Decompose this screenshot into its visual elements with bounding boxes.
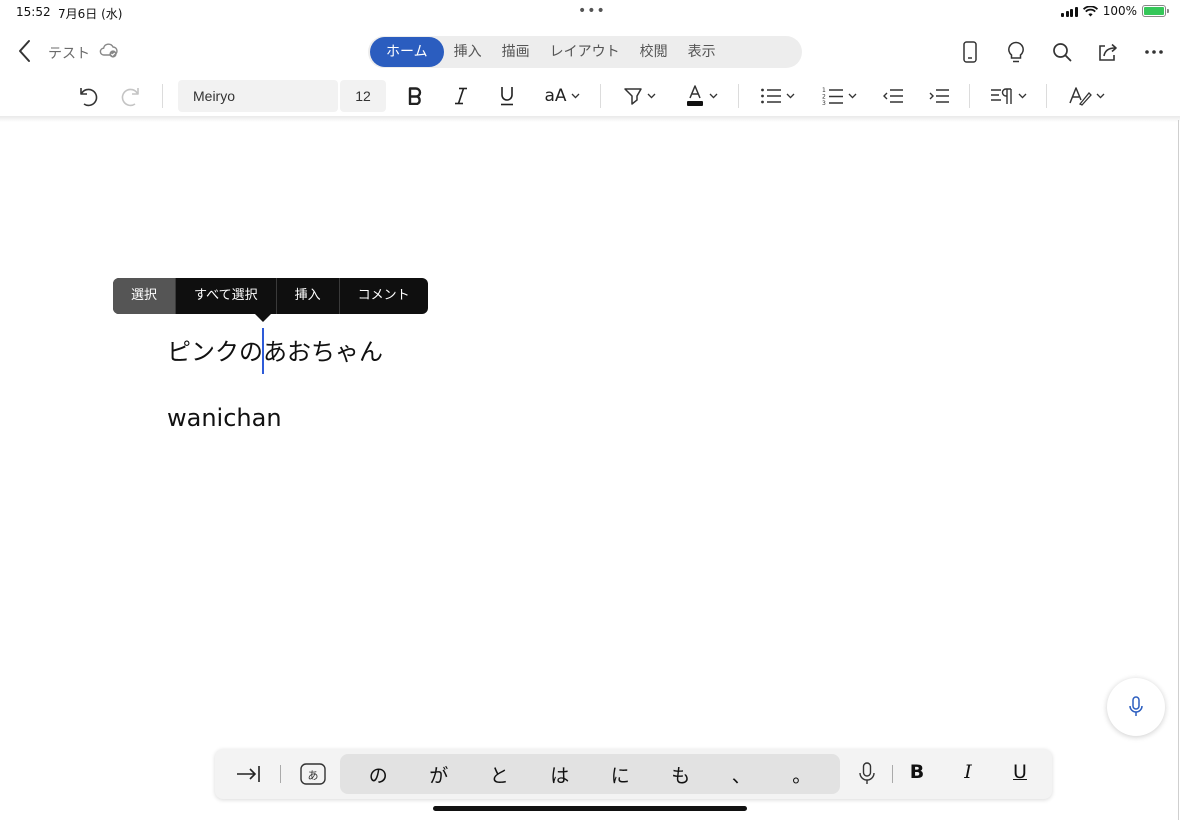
ribbon-divider [969,84,970,108]
home-ribbon: Meiryo 12 aA 123 [0,76,1180,116]
context-menu-arrow [254,313,272,322]
tab-review[interactable]: 校閲 [630,37,678,67]
word-app-window: 15:52 7月6日 (水) ••• 100% テスト ホーム 挿入 描画 レイ… [0,0,1180,820]
chevron-down-icon [1018,93,1026,99]
prediction-candidate[interactable]: の [358,761,398,788]
highlight-color-menu[interactable] [618,76,660,116]
keyboard-divider [892,765,893,783]
tab-home[interactable]: ホーム [370,37,444,67]
microphone-icon [1129,696,1143,716]
chevron-down-icon [848,93,856,99]
tab-draw[interactable]: 描画 [492,37,540,67]
highlighter-icon [623,88,642,105]
status-bar: 15:52 7月6日 (水) ••• 100% [0,0,1180,24]
edit-context-menu: 選択 すべて選択 挿入 コメント [113,278,428,314]
battery-percent: 100% [1102,4,1137,18]
font-color-menu[interactable] [680,76,722,116]
styles-icon [1068,87,1092,106]
redo-icon[interactable] [117,76,147,116]
underline-icon[interactable] [492,76,522,116]
keyboard-shortcut-bar: あ の が と は に も 、 。 B I U [215,749,1052,799]
text-effects-menu[interactable]: aA [540,76,584,116]
tab-layout[interactable]: レイアウト [540,37,630,67]
ribbon-divider [162,84,163,108]
ribbon-divider [1046,84,1047,108]
prediction-candidate[interactable]: と [479,761,519,788]
context-comment[interactable]: コメント [340,278,428,314]
share-icon[interactable] [1092,36,1124,68]
kana-keyboard-icon[interactable]: あ [300,762,326,786]
numbering-menu[interactable]: 123 [818,76,860,116]
back-chevron-icon[interactable] [14,38,36,64]
italic-icon[interactable] [446,76,476,116]
svg-text:あ: あ [308,769,319,782]
increase-indent-icon[interactable] [924,76,954,116]
tab-key-icon[interactable] [235,761,263,787]
prediction-candidate[interactable]: は [540,761,580,788]
search-icon[interactable] [1046,36,1078,68]
context-insert[interactable]: 挿入 [277,278,340,314]
battery-icon [1142,5,1169,17]
chevron-down-icon [786,93,794,99]
prediction-candidate[interactable]: 、 [721,761,761,788]
prediction-candidate[interactable]: に [600,761,640,788]
keyboard-divider [280,765,281,783]
multitasking-dots[interactable]: ••• [578,3,606,19]
mobile-view-icon[interactable] [954,36,986,68]
status-indicators: 100% [1061,4,1169,18]
document-paragraph[interactable]: wanichan [167,404,282,432]
paragraph-icon [990,88,1012,104]
prediction-candidate[interactable]: も [661,761,701,788]
status-date: 7月6日 (水) [58,7,123,21]
bold-icon[interactable] [400,76,430,116]
keyboard-italic-button[interactable]: I [956,761,980,783]
ribbon-divider [600,84,601,108]
font-name-box[interactable]: Meiryo [178,80,338,112]
chevron-down-icon [647,93,655,99]
svg-text:3: 3 [822,100,826,106]
home-indicator[interactable] [433,806,747,811]
ribbon-shadow [0,116,1180,122]
title-row: テスト ホーム 挿入 描画 レイアウト 校閲 表示 [0,28,1180,74]
tab-insert[interactable]: 挿入 [444,37,492,67]
title-actions [954,36,1170,68]
text-cursor [262,328,264,374]
chevron-down-icon [709,93,717,99]
styles-menu[interactable] [1064,76,1108,116]
page-edge [1178,120,1179,820]
cloud-saved-icon[interactable] [99,41,119,59]
font-size-box[interactable]: 12 [340,80,386,112]
prediction-candidates: の が と は に も 、 。 [340,754,840,794]
tab-view[interactable]: 表示 [678,37,726,67]
more-options-icon[interactable] [1138,36,1170,68]
status-time: 15:52 [16,5,51,19]
font-color-icon [686,85,703,106]
numbered-list-icon: 123 [822,87,843,106]
context-select[interactable]: 選択 [113,278,177,314]
keyboard-bold-button[interactable]: B [905,761,929,783]
decrease-indent-icon[interactable] [878,76,908,116]
wifi-icon [1082,5,1098,16]
lightbulb-icon[interactable] [1000,36,1032,68]
document-title[interactable]: テスト [48,43,90,63]
ribbon-divider [738,84,739,108]
context-select-all[interactable]: すべて選択 [176,278,277,314]
ribbon-tabs: ホーム 挿入 描画 レイアウト 校閲 表示 [368,36,802,68]
paragraph-menu[interactable] [986,76,1030,116]
chevron-down-icon [1096,93,1104,99]
prediction-candidate[interactable]: が [419,761,459,788]
prediction-candidate[interactable]: 。 [782,761,822,788]
document-paragraph[interactable]: ピンクのあおちゃん [167,332,383,367]
keyboard-underline-button[interactable]: U [1008,761,1032,783]
undo-icon[interactable] [72,76,102,116]
bullets-menu[interactable] [756,76,798,116]
dictate-button[interactable] [1107,678,1165,736]
keyboard-mic-icon[interactable] [857,762,877,786]
chevron-down-icon [571,93,579,99]
bullet-list-icon [760,88,781,104]
text-effects-label: aA [544,86,567,106]
cellular-signal-icon [1061,6,1078,17]
